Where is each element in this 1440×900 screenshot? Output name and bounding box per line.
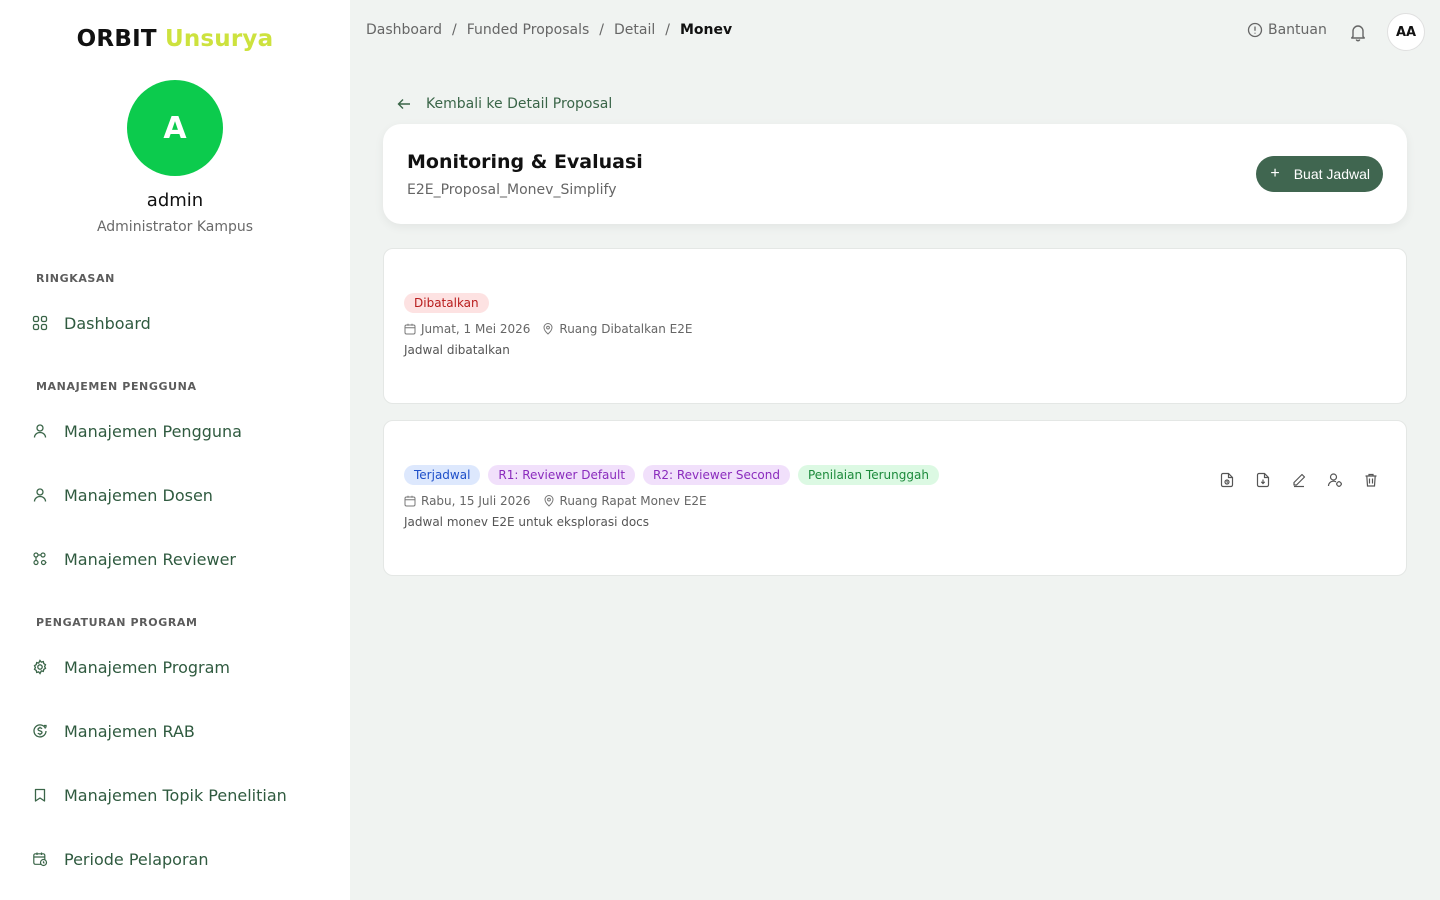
gear-icon — [30, 657, 50, 677]
sidebar-item-dashboard[interactable]: Dashboard — [30, 307, 151, 339]
schedule-location: Ruang Dibatalkan E2E — [559, 322, 693, 336]
breadcrumb-dashboard[interactable]: Dashboard — [366, 22, 442, 38]
section-label-ringkasan: RINGKASAN — [36, 272, 115, 285]
brand-accent: Unsurya — [164, 26, 274, 52]
sidebar-item-manajemen-reviewer[interactable]: Manajemen Reviewer — [30, 543, 236, 575]
sidebar-item-label: Manajemen Program — [64, 657, 231, 677]
profile-name: admin — [146, 190, 204, 211]
file-view-icon[interactable] — [1218, 471, 1236, 489]
page-subtitle: E2E_Proposal_Monev_Simplify — [407, 182, 617, 198]
schedule-card: Dibatalkan Jumat, 1 Mei 2026 Ruang Dibat… — [383, 248, 1407, 404]
breadcrumb-separator: / — [599, 22, 604, 38]
brand-logo[interactable]: ORBIT Unsurya — [0, 26, 350, 52]
schedule-date: Rabu, 15 Juli 2026 — [421, 494, 531, 508]
schedule-card: Terjadwal R1: Reviewer Default R2: Revie… — [383, 420, 1407, 576]
edit-pencil-icon[interactable] — [1290, 471, 1308, 489]
network-icon — [30, 549, 50, 569]
breadcrumb: Dashboard / Funded Proposals / Detail / … — [366, 22, 732, 38]
assign-reviewer-icon[interactable] — [1326, 471, 1344, 489]
page-header-card: Monitoring & Evaluasi E2E_Proposal_Monev… — [383, 124, 1407, 224]
calendar-icon — [404, 323, 416, 335]
help-button[interactable]: Bantuan — [1247, 22, 1327, 38]
sidebar-item-manajemen-rab[interactable]: Manajemen RAB — [30, 715, 195, 747]
breadcrumb-separator: / — [451, 22, 457, 38]
status-badge: Terjadwal — [404, 465, 481, 485]
create-schedule-button[interactable]: + Buat Jadwal — [1256, 156, 1383, 192]
status-badge: Dibatalkan — [404, 293, 489, 313]
bookmark-icon — [30, 785, 50, 805]
schedule-description: Jadwal dibatalkan — [404, 343, 510, 357]
sidebar-item-label: Manajemen Dosen — [64, 485, 213, 505]
sidebar-item-label: Manajemen Topik Penelitian — [64, 785, 287, 805]
sidebar-item-manajemen-pengguna[interactable]: Manajemen Pengguna — [30, 415, 242, 447]
info-circle-icon — [1247, 22, 1263, 38]
sidebar-item-manajemen-program[interactable]: Manajemen Program — [30, 651, 230, 683]
plus-icon: + — [1270, 165, 1280, 182]
page-title: Monitoring & Evaluasi — [407, 151, 643, 173]
sidebar-item-label: Manajemen Pengguna — [64, 421, 242, 441]
sidebar-item-label: Manajemen Reviewer — [64, 549, 237, 569]
sidebar-item-manajemen-dosen[interactable]: Manajemen Dosen — [30, 479, 213, 511]
help-label: Bantuan — [1268, 22, 1327, 38]
calendar-clock-icon — [30, 849, 50, 869]
breadcrumb-current: Monev — [679, 22, 733, 38]
file-download-icon[interactable] — [1254, 471, 1272, 489]
grid-icon — [30, 313, 50, 333]
schedule-description: Jadwal monev E2E untuk eksplorasi docs — [404, 515, 650, 529]
calendar-icon — [404, 495, 416, 507]
profile-role: Administrator Kampus — [96, 219, 254, 235]
trash-icon[interactable] — [1362, 471, 1380, 489]
schedule-date: Jumat, 1 Mei 2026 — [421, 322, 531, 336]
user-icon — [30, 421, 50, 441]
back-to-proposal-link[interactable]: Kembali ke Detail Proposal — [396, 96, 612, 112]
schedule-meta: Jumat, 1 Mei 2026 Ruang Dibatalkan E2E — [404, 322, 692, 336]
sidebar-item-periode-pelaporan[interactable]: Periode Pelaporan — [30, 843, 208, 875]
badge-row: Dibatalkan — [404, 293, 489, 313]
arrow-left-icon — [397, 99, 410, 109]
sidebar-item-label: Manajemen RAB — [64, 721, 195, 741]
sidebar-item-label: Dashboard — [64, 313, 151, 333]
location-pin-icon — [543, 323, 553, 335]
brand-name: ORBIT — [76, 26, 157, 52]
sidebar: ORBIT Unsurya A admin Administrator Kamp… — [0, 0, 350, 900]
assessment-badge: Penilaian Terunggah — [797, 465, 939, 485]
user-avatar[interactable]: AA — [1387, 13, 1425, 51]
reviewer-badge: R2: Reviewer Second — [643, 465, 790, 485]
badge-row: Terjadwal R1: Reviewer Default R2: Revie… — [404, 465, 939, 485]
breadcrumb-separator: / — [665, 22, 670, 38]
create-schedule-label: Buat Jadwal — [1293, 166, 1370, 182]
breadcrumb-funded-proposals[interactable]: Funded Proposals — [467, 22, 590, 38]
schedule-meta: Rabu, 15 Juli 2026 Ruang Rapat Monev E2E — [404, 494, 707, 508]
dollar-circle-icon — [30, 721, 50, 741]
reviewer-badge: R1: Reviewer Default — [488, 465, 636, 485]
schedule-actions — [1218, 471, 1380, 489]
schedule-location: Ruang Rapat Monev E2E — [559, 494, 707, 508]
bell-icon[interactable] — [1348, 22, 1368, 42]
sidebar-item-manajemen-topik-penelitian[interactable]: Manajemen Topik Penelitian — [30, 779, 287, 811]
user-icon — [30, 485, 50, 505]
breadcrumb-detail[interactable]: Detail — [614, 22, 655, 38]
profile-avatar: A — [127, 80, 223, 176]
section-label-pengaturan-program: PENGATURAN PROGRAM — [36, 616, 198, 629]
location-pin-icon — [544, 495, 554, 507]
sidebar-item-label: Periode Pelaporan — [64, 849, 209, 869]
back-link-label: Kembali ke Detail Proposal — [426, 96, 613, 112]
section-label-manajemen-pengguna: MANAJEMEN PENGGUNA — [36, 380, 197, 393]
